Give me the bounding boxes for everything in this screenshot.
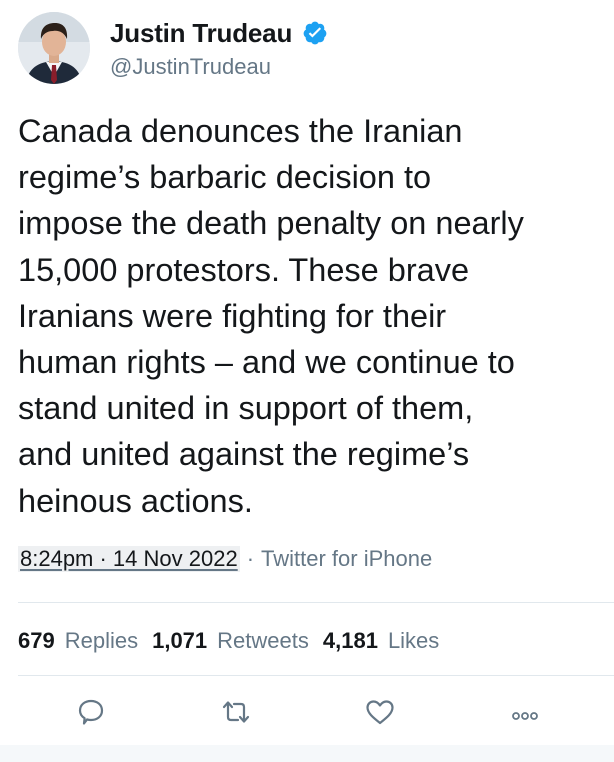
tweet-card: Justin Trudeau @JustinTrudeau Canada den… [0, 0, 614, 745]
likes-label: Likes [387, 628, 440, 653]
divider [18, 675, 614, 676]
likes-count: 4,181 [322, 628, 378, 653]
retweets-stat[interactable]: 1,071 Retweets [152, 628, 309, 654]
tweet-meta: 8:24pm · 14 Nov 2022 · Twitter for iPhon… [18, 542, 432, 576]
name-row: Justin Trudeau [110, 15, 328, 51]
retweets-count: 1,071 [152, 628, 208, 653]
user-handle[interactable]: @JustinTrudeau [110, 54, 271, 80]
retweets-label: Retweets [217, 628, 309, 653]
likes-stat[interactable]: 4,181 Likes [323, 628, 439, 654]
replies-stat[interactable]: 679 Replies [18, 628, 138, 654]
bottom-bar [0, 745, 614, 762]
display-name[interactable]: Justin Trudeau [110, 18, 292, 49]
verified-badge-icon [302, 20, 328, 46]
more-options-button[interactable] [508, 696, 542, 728]
retweet-arrows-icon [222, 701, 250, 723]
source-label[interactable]: Twitter for iPhone [261, 546, 432, 572]
meta-separator: · [246, 546, 255, 571]
heart-icon [366, 700, 394, 725]
divider [18, 602, 614, 603]
speech-bubble-icon [78, 699, 104, 725]
profile-photo-icon [18, 12, 90, 84]
replies-count: 679 [18, 628, 55, 653]
reply-button[interactable] [74, 696, 108, 728]
like-button[interactable] [363, 696, 397, 728]
timestamp-link[interactable]: 8:24pm · 14 Nov 2022 [18, 546, 240, 572]
retweet-button[interactable] [219, 696, 253, 728]
tweet-text: Canada denounces the Iranian regime’s ba… [18, 113, 524, 519]
more-dots-icon [512, 712, 538, 720]
stats-row: 679 Replies 1,071 Retweets 4,181 Likes [18, 624, 453, 658]
action-bar [0, 692, 614, 732]
avatar[interactable] [18, 12, 90, 84]
replies-label: Replies [64, 628, 139, 653]
